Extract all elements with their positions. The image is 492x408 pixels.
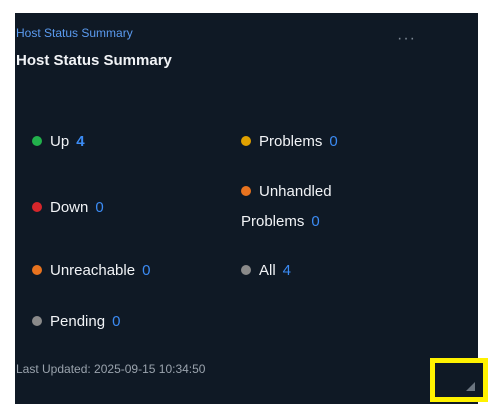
stat-all[interactable]: All 4 [241,258,291,284]
status-dot-icon [32,202,42,212]
widget-title: Host Status Summary [16,52,172,69]
status-dot-icon [32,265,42,275]
stat-up[interactable]: Up 4 [32,129,85,155]
status-dot-icon [32,316,42,326]
stat-unreachable[interactable]: Unreachable 0 [32,258,150,284]
last-updated-text: Last Updated: 2025-09-15 10:34:50 [16,362,206,376]
more-options-icon[interactable]: ··· [397,30,416,48]
status-dot-icon [241,186,251,196]
stat-unhandled-problems[interactable]: Unhandled Problems 0 [241,179,332,235]
status-dot-icon [32,136,42,146]
stat-up-count: 4 [76,133,85,150]
stat-all-label: All [259,262,276,279]
stat-down[interactable]: Down 0 [32,195,104,221]
stat-problems[interactable]: Problems 0 [241,129,338,155]
stat-up-label: Up [50,133,70,150]
stat-down-count: 0 [95,199,104,216]
stat-problems-count: 0 [329,133,338,150]
stat-pending-label: Pending [50,313,106,330]
stat-pending-count: 0 [112,313,121,330]
stat-unreachable-count: 0 [142,262,151,279]
resize-corner-icon [466,382,475,391]
stat-all-count: 4 [282,262,292,279]
stat-unreachable-label: Unreachable [50,262,136,279]
stat-down-label: Down [50,199,89,216]
resize-handle[interactable] [430,358,488,402]
status-dot-icon [241,136,251,146]
stat-unhandled-count: 0 [311,213,320,230]
stat-unhandled-label-2: Problems [241,213,305,230]
widget-subtitle: Host Status Summary [16,26,133,40]
status-dot-icon [241,265,251,275]
stat-pending[interactable]: Pending 0 [32,309,120,335]
stat-problems-label: Problems [259,133,323,150]
stat-unhandled-label-1: Unhandled [259,183,332,200]
